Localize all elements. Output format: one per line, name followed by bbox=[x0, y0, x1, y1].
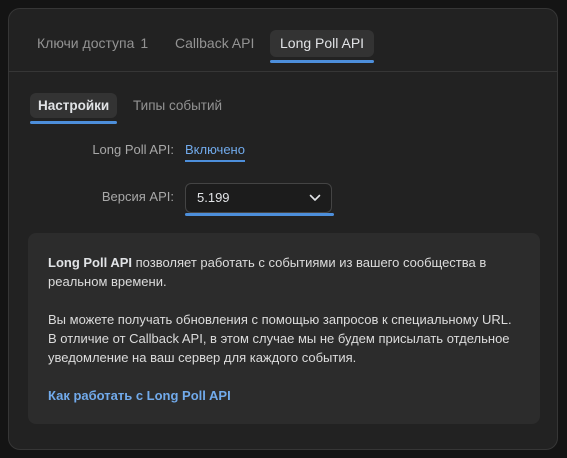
info-help-paragraph: Как работать с Long Poll API bbox=[48, 386, 520, 405]
info-box: Long Poll API позволяет работать с событ… bbox=[28, 233, 540, 424]
tab-access-keys-label: Ключи доступа bbox=[37, 35, 135, 51]
info-term: Long Poll API bbox=[48, 255, 133, 270]
subtab-event-types-label: Типы событий bbox=[133, 98, 223, 113]
active-subtab-indicator bbox=[30, 121, 118, 124]
api-version-value: 5.199 bbox=[197, 190, 230, 205]
long-poll-status-toggle[interactable]: Включено bbox=[185, 142, 245, 162]
long-poll-status-label: Long Poll API: bbox=[92, 142, 174, 157]
subtab-settings[interactable]: Настройки bbox=[30, 93, 118, 124]
tab-access-keys[interactable]: Ключи доступа 1 bbox=[37, 30, 148, 57]
tab-callback-api-label: Callback API bbox=[175, 35, 255, 51]
tab-callback-api[interactable]: Callback API bbox=[175, 30, 254, 57]
subtab-event-types[interactable]: Типы событий bbox=[133, 93, 222, 118]
api-version-label: Версия API: bbox=[101, 189, 174, 204]
select-focus-underline bbox=[185, 213, 334, 216]
subtab-settings-label: Настройки bbox=[38, 98, 110, 113]
settings-card: Ключи доступа 1 Callback API Long Poll AP… bbox=[8, 8, 558, 450]
help-link[interactable]: Как работать с Long Poll API bbox=[48, 388, 231, 403]
active-tab-indicator bbox=[270, 60, 375, 63]
info-paragraph-details: Вы можете получать обновления с помощью … bbox=[48, 312, 512, 365]
tab-long-poll-api-label: Long Poll API bbox=[280, 35, 365, 51]
tab-access-keys-count: 1 bbox=[140, 35, 149, 51]
page: Ключи доступа 1 Callback API Long Poll AP… bbox=[0, 0, 567, 458]
chevron-down-icon bbox=[309, 194, 321, 201]
api-version-select[interactable]: 5.199 bbox=[185, 183, 332, 213]
info-paragraph-intro: Long Poll API позволяет работать с событ… bbox=[48, 253, 520, 291]
top-tabs: Ключи доступа 1 Callback API Long Poll AP… bbox=[9, 9, 557, 72]
tab-long-poll-api[interactable]: Long Poll API bbox=[270, 30, 375, 63]
